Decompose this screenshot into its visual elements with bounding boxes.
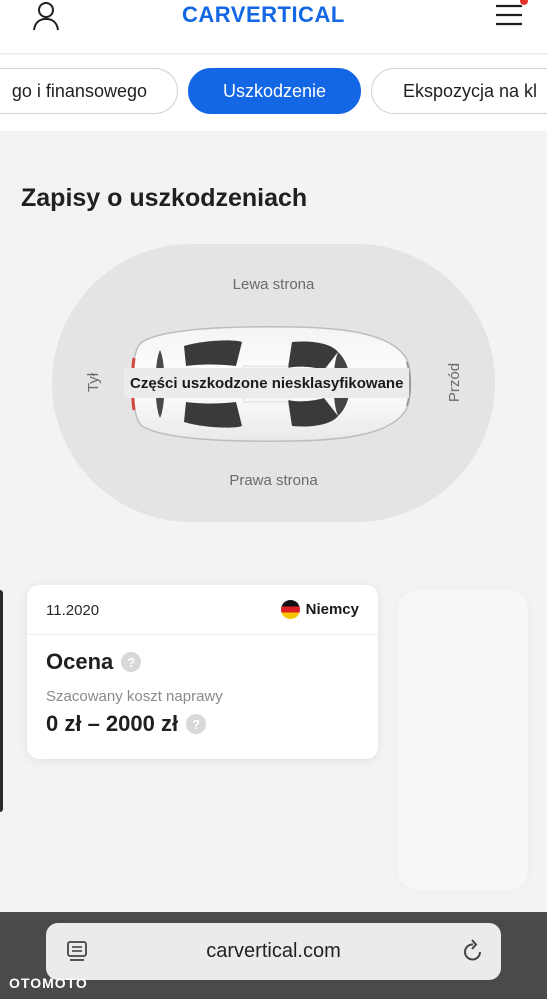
- section-title: Zapisy o uszkodzeniach: [21, 184, 308, 212]
- previous-card-edge[interactable]: [0, 590, 3, 812]
- help-icon[interactable]: ?: [121, 652, 142, 672]
- left-side-label: Lewa strona: [232, 276, 315, 293]
- record-grade: Ocena ?: [46, 649, 142, 675]
- record-country-name: Niemcy: [305, 601, 359, 618]
- rear-label: Tył: [85, 372, 103, 393]
- damage-overlay-label: Części uszkodzone niesklasyfikowane: [124, 368, 410, 398]
- hamburger-menu-icon[interactable]: [494, 2, 526, 28]
- tab-finance[interactable]: go i finansowego: [0, 68, 178, 114]
- report-tabs: go i finansowego Uszkodzenie Ekspozycja …: [0, 55, 547, 131]
- site-header: CARVERTICAL: [0, 0, 547, 54]
- damage-record-card[interactable]: 11.2020 Niemcy Ocena ? Szacowany koszt n…: [27, 585, 378, 759]
- notification-dot: [519, 0, 529, 6]
- record-country: Niemcy: [280, 600, 359, 619]
- url-text[interactable]: carvertical.com: [46, 940, 501, 963]
- otomoto-watermark: OTOMOTO: [9, 975, 88, 991]
- repair-cost: 0 zł – 2000 zł ?: [46, 711, 207, 737]
- help-icon[interactable]: ?: [186, 714, 207, 734]
- repair-cost-label: Szacowany koszt naprawy: [46, 688, 223, 705]
- carvertical-logo[interactable]: CARVERTICAL: [182, 2, 345, 28]
- repair-cost-value: 0 zł – 2000 zł: [46, 711, 179, 736]
- address-bar[interactable]: carvertical.com: [46, 923, 501, 980]
- tab-exposure[interactable]: Ekspozycja na kl: [371, 68, 547, 114]
- record-divider: [27, 634, 378, 635]
- record-date: 11.2020: [46, 602, 100, 619]
- right-side-label: Prawa strona: [229, 472, 318, 489]
- reload-icon[interactable]: [461, 938, 485, 964]
- user-icon[interactable]: [30, 0, 62, 34]
- grade-label: Ocena: [46, 649, 114, 674]
- germany-flag-icon: [280, 600, 300, 619]
- front-label: Przód: [446, 362, 464, 403]
- next-record-card-faded[interactable]: [398, 590, 528, 890]
- tab-damage[interactable]: Uszkodzenie: [188, 68, 361, 114]
- car-damage-diagram: Lewa strona Prawa strona Tył Przód Częśc…: [52, 244, 495, 522]
